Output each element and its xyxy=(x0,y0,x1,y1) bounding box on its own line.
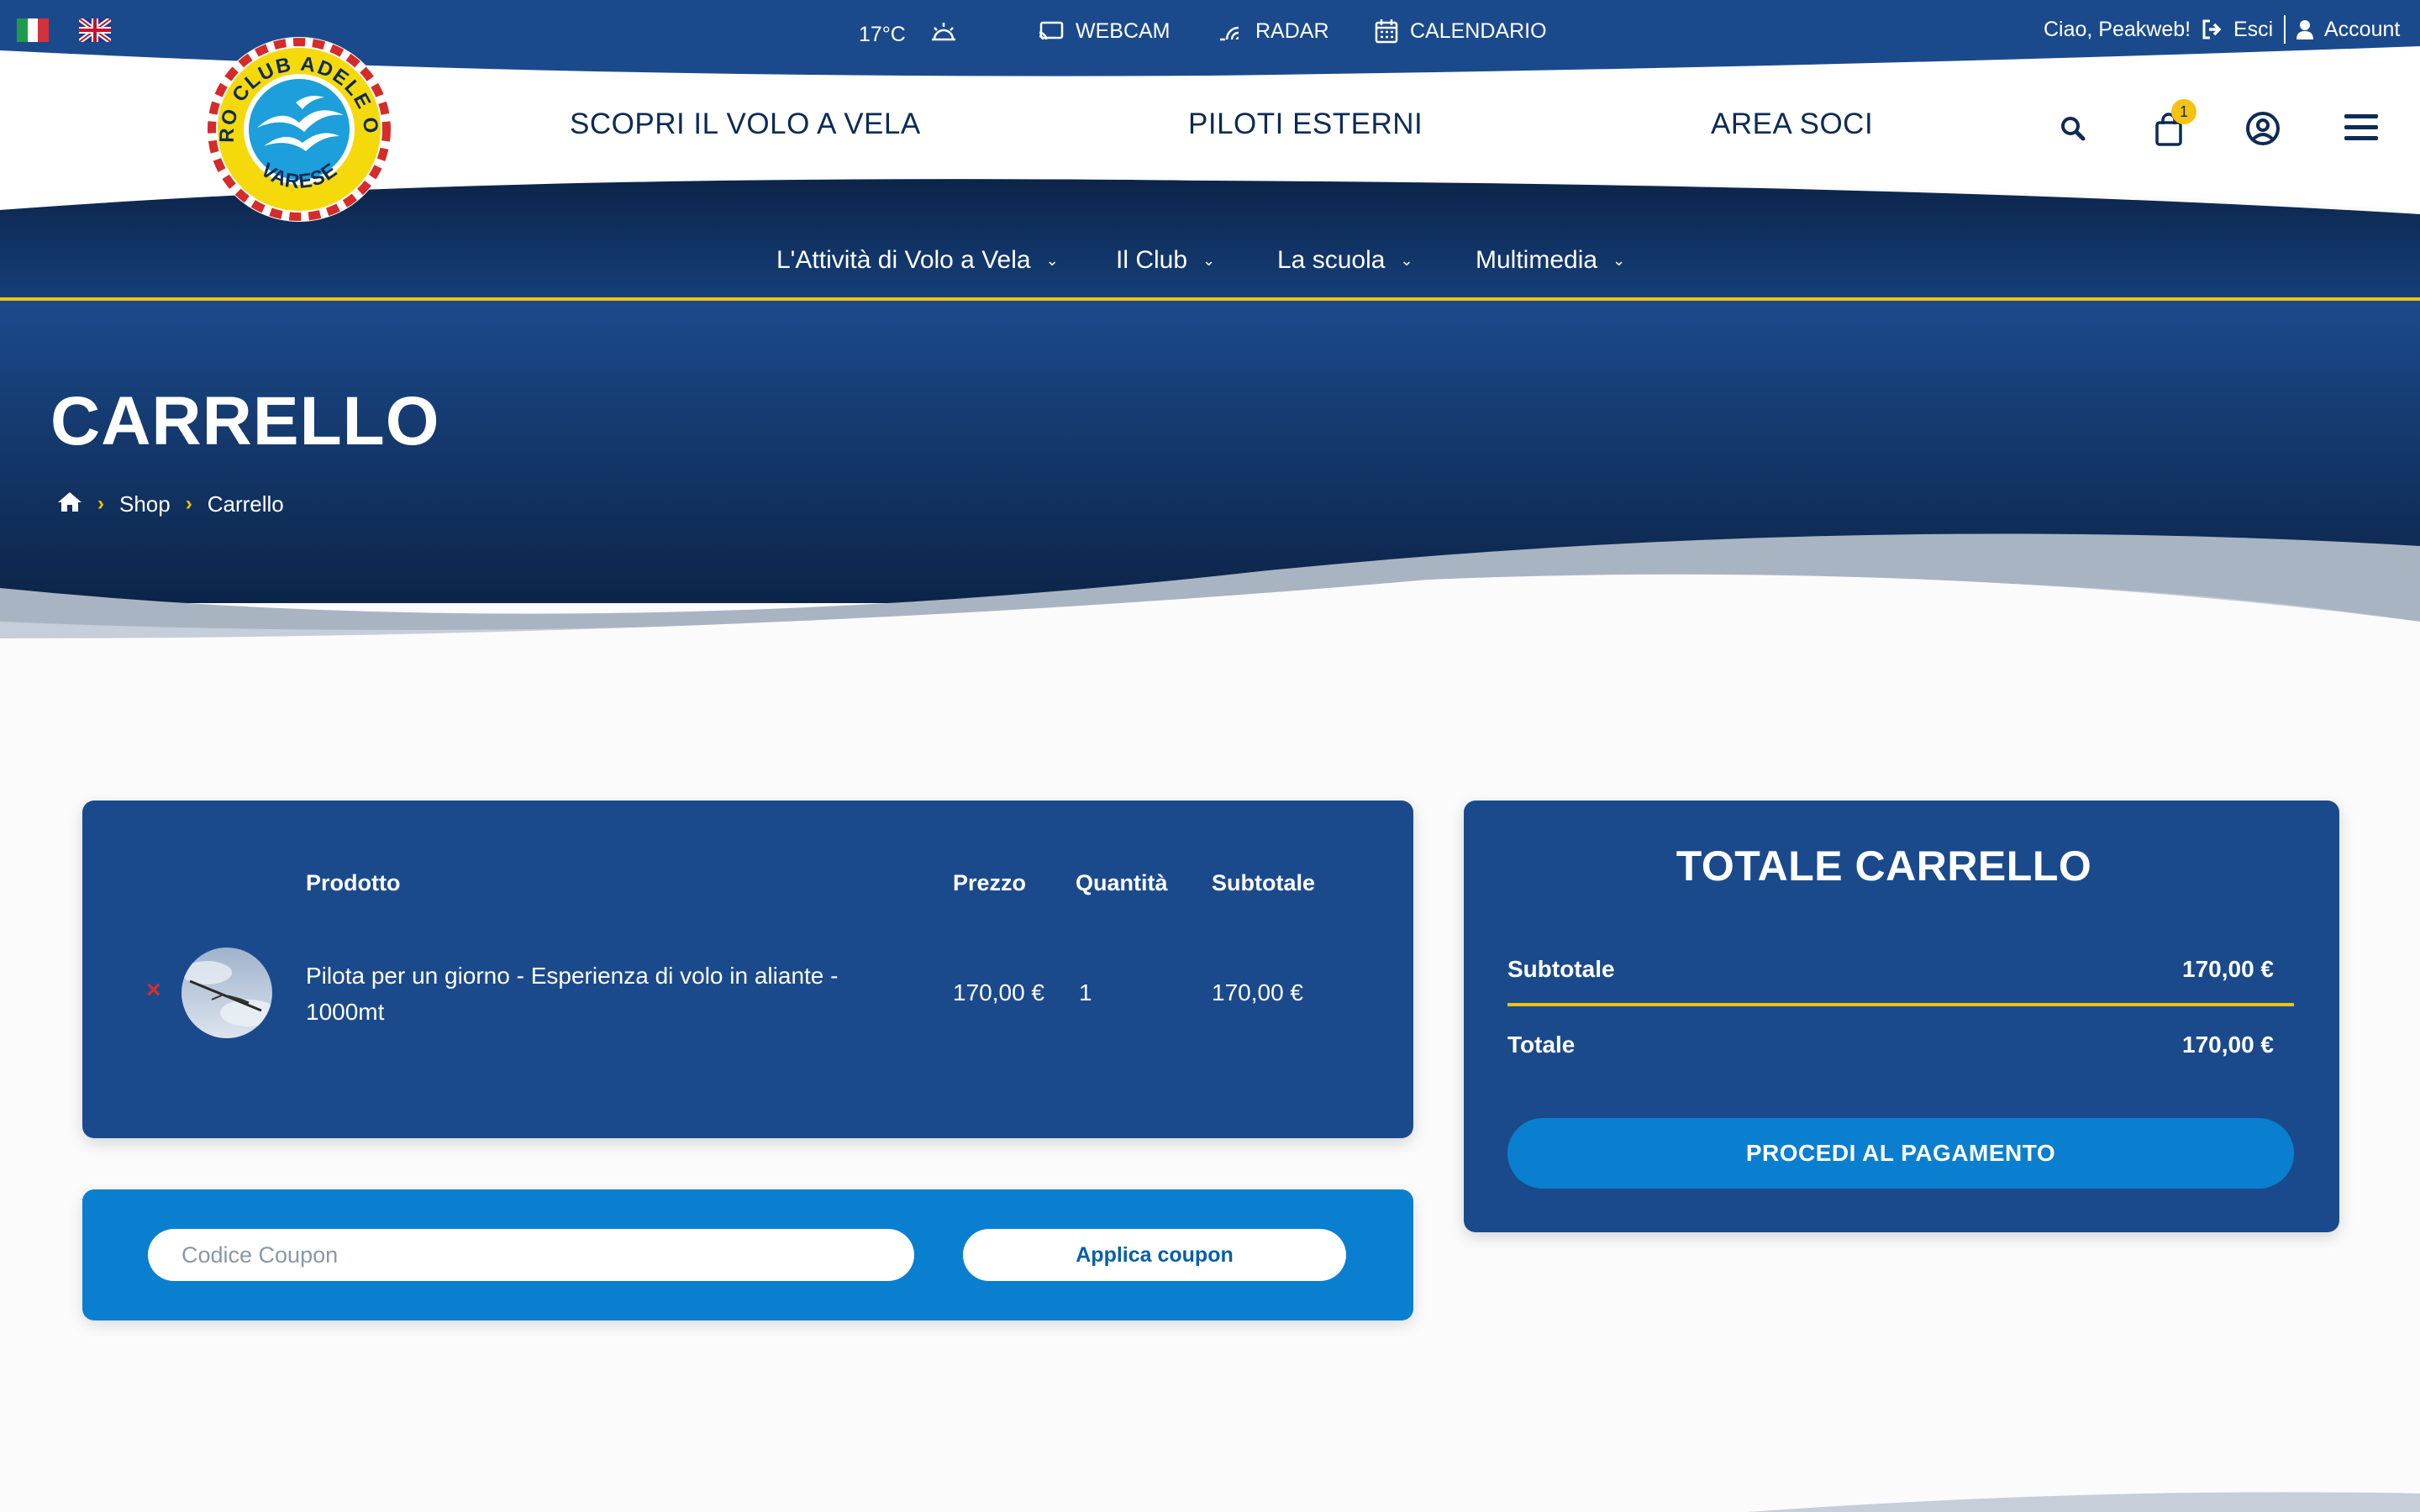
subnav-scuola-label: La scuola xyxy=(1277,246,1386,274)
topbar-divider xyxy=(2284,15,2286,44)
account-link[interactable]: Account xyxy=(2296,0,2400,60)
product-name-line1: Pilota per un giorno - Esperienza di vol… xyxy=(306,963,839,989)
logout-icon xyxy=(2202,19,2222,39)
logout-link[interactable]: Esci xyxy=(2202,0,2273,60)
remove-item-button[interactable]: × xyxy=(146,976,161,1005)
breadcrumb-separator-icon: › xyxy=(185,492,192,515)
italian-flag-icon[interactable] xyxy=(17,18,49,42)
subnav-scuola[interactable]: La scuola ⌄ xyxy=(1277,244,1413,277)
product-name-line2: 1000mt xyxy=(306,999,385,1025)
user-icon xyxy=(2296,20,2313,39)
total-value: 170,00 € xyxy=(2182,1032,2274,1058)
uk-flag-icon[interactable] xyxy=(77,16,113,45)
header-quantity: Quantità xyxy=(1076,870,1168,895)
club-logo[interactable]: AERO CLUB ADELE ORSI VARESE xyxy=(197,18,393,223)
checkout-button[interactable]: PROCEDI AL PAGAMENTO xyxy=(1507,1118,2294,1189)
nav-area-soci[interactable]: AREA SOCI xyxy=(1711,108,1873,141)
subnav-attivita[interactable]: L'Attività di Volo a Vela ⌄ xyxy=(776,244,1059,277)
page-title: CARRELLO xyxy=(50,383,440,459)
product-subtotal: 170,00 € xyxy=(1212,979,1303,1005)
subnav-club-label: Il Club xyxy=(1116,246,1188,274)
total-label: Totale xyxy=(1507,1032,1576,1058)
totals-divider xyxy=(1507,1003,2294,1006)
apply-coupon-button[interactable]: Applica coupon xyxy=(963,1229,1346,1281)
product-name[interactable]: Pilota per un giorno - Esperienza di vol… xyxy=(306,958,838,1030)
webcam-label: WEBCAM xyxy=(1076,18,1171,43)
sunrise-icon xyxy=(931,21,968,49)
hamburger-menu-icon[interactable] xyxy=(2344,113,2378,147)
header-price: Prezzo xyxy=(953,870,1027,895)
chevron-down-icon: ⌄ xyxy=(1612,251,1626,269)
nav-piloti-esterni[interactable]: PILOTI ESTERNI xyxy=(1188,108,1423,141)
cast-icon xyxy=(1039,21,1064,40)
radar-icon xyxy=(1220,26,1239,41)
home-icon[interactable] xyxy=(57,491,82,518)
subnav-multimedia[interactable]: Multimedia ⌄ xyxy=(1476,244,1625,277)
radar-link[interactable]: RADAR xyxy=(1218,0,1329,62)
subtotal-label: Subtotale xyxy=(1507,956,1615,982)
breadcrumb: › Shop › Carrello xyxy=(57,489,284,519)
temperature-widget: 17°C xyxy=(859,3,968,66)
cart-count-badge: 1 xyxy=(2171,99,2196,124)
header-product: Prodotto xyxy=(306,870,401,895)
nav-scopri[interactable]: SCOPRI IL VOLO A VELA xyxy=(570,108,921,141)
calendar-label: CALENDARIO xyxy=(1410,18,1547,43)
subnav-multimedia-label: Multimedia xyxy=(1476,246,1598,274)
calendar-link[interactable]: CALENDARIO xyxy=(1375,0,1547,62)
product-quantity[interactable]: 1 xyxy=(1079,979,1092,1006)
breadcrumb-current: Carrello xyxy=(207,491,284,517)
webcam-link[interactable]: WEBCAM xyxy=(1039,0,1171,62)
product-price: 170,00 € xyxy=(953,979,1044,1005)
user-greeting: Ciao, Peakweb! xyxy=(2044,17,2191,41)
subnav-attivita-label: L'Attività di Volo a Vela xyxy=(776,246,1031,274)
temperature-value: 17°C xyxy=(859,22,906,46)
header-subtotal: Subtotale xyxy=(1212,870,1316,895)
radar-label: RADAR xyxy=(1255,18,1329,43)
search-icon[interactable] xyxy=(2060,116,2086,145)
account-label: Account xyxy=(2324,17,2401,41)
subtotal-value: 170,00 € xyxy=(2182,956,2274,982)
logout-label: Esci xyxy=(2233,17,2274,41)
calendar-icon xyxy=(1375,19,1398,44)
product-thumbnail[interactable] xyxy=(182,948,272,1038)
chevron-down-icon: ⌄ xyxy=(1045,251,1059,269)
chevron-down-icon: ⌄ xyxy=(1202,251,1216,269)
subnav-club[interactable]: Il Club ⌄ xyxy=(1116,244,1215,277)
breadcrumb-shop[interactable]: Shop xyxy=(119,491,171,517)
account-circle-icon[interactable] xyxy=(2245,111,2281,150)
chevron-down-icon: ⌄ xyxy=(1400,251,1413,269)
coupon-input[interactable] xyxy=(148,1229,914,1281)
cart-totals-title: TOTALE CARRELLO xyxy=(1676,843,2092,890)
breadcrumb-separator-icon: › xyxy=(97,492,104,515)
